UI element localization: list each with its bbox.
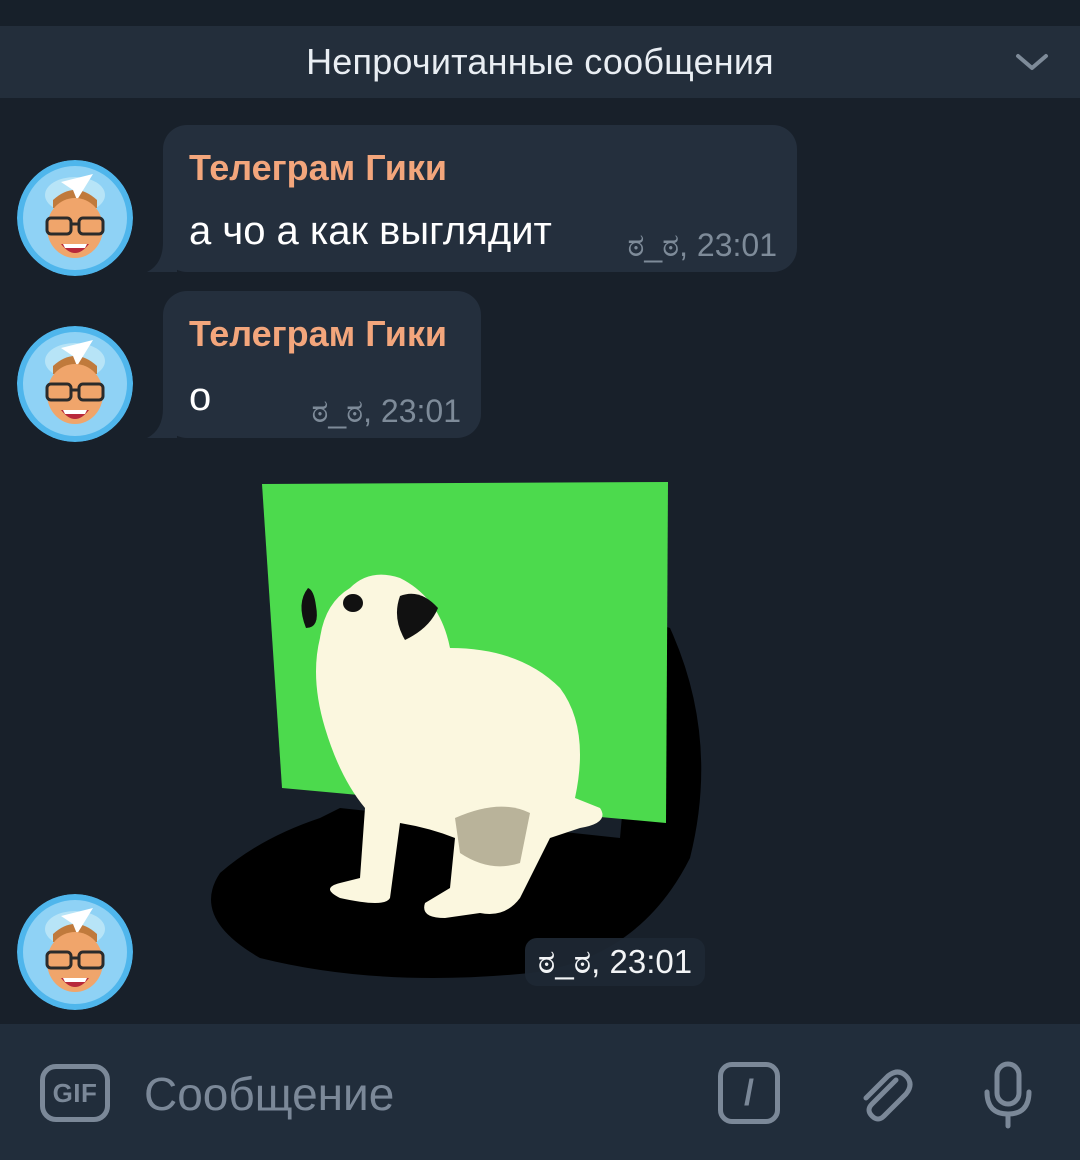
- message-input[interactable]: [144, 1064, 664, 1124]
- message-bubble[interactable]: Телеграм Гики а чо а как выглядит ಠ_ಠ, 2…: [163, 125, 797, 272]
- unread-messages-bar[interactable]: Непрочитанные сообщения: [0, 26, 1080, 98]
- telegram-geek-avatar-icon: [17, 326, 133, 442]
- unread-messages-title: Непрочитанные сообщения: [306, 41, 774, 82]
- message-text: о: [189, 375, 212, 419]
- sender-avatar[interactable]: [17, 160, 133, 276]
- chevron-down-icon[interactable]: [1014, 48, 1050, 76]
- sender-avatar[interactable]: [17, 894, 133, 1010]
- status-area: [0, 0, 1080, 26]
- chat-screen: Непрочитанные сообщения Телеграм Гики а …: [0, 0, 1080, 1160]
- paperclip-icon[interactable]: [852, 1062, 916, 1126]
- message-bubble[interactable]: Телеграм Гики о ಠ_ಠ, 23:01: [163, 291, 481, 438]
- message-composer: GIF /: [0, 1024, 1080, 1160]
- telegram-geek-avatar-icon: [17, 160, 133, 276]
- bubble-tail: [147, 242, 177, 272]
- telegram-geek-avatar-icon: [17, 894, 133, 1010]
- message-meta: ಠ_ಠ, 23:01: [627, 227, 777, 263]
- message-meta: ಠ_ಠ, 23:01: [311, 393, 461, 429]
- sticker-meta: ಠ_ಠ, 23:01: [525, 938, 705, 986]
- dog-green-screen-sticker[interactable]: [200, 478, 710, 983]
- microphone-icon[interactable]: [980, 1060, 1036, 1130]
- message-text: а чо а как выглядит: [189, 209, 552, 253]
- bot-command-button[interactable]: /: [718, 1062, 780, 1124]
- sender-avatar[interactable]: [17, 326, 133, 442]
- sender-name[interactable]: Телеграм Гики: [189, 147, 447, 189]
- gif-button[interactable]: GIF: [40, 1064, 110, 1122]
- sender-name[interactable]: Телеграм Гики: [189, 313, 447, 355]
- bubble-tail: [147, 408, 177, 438]
